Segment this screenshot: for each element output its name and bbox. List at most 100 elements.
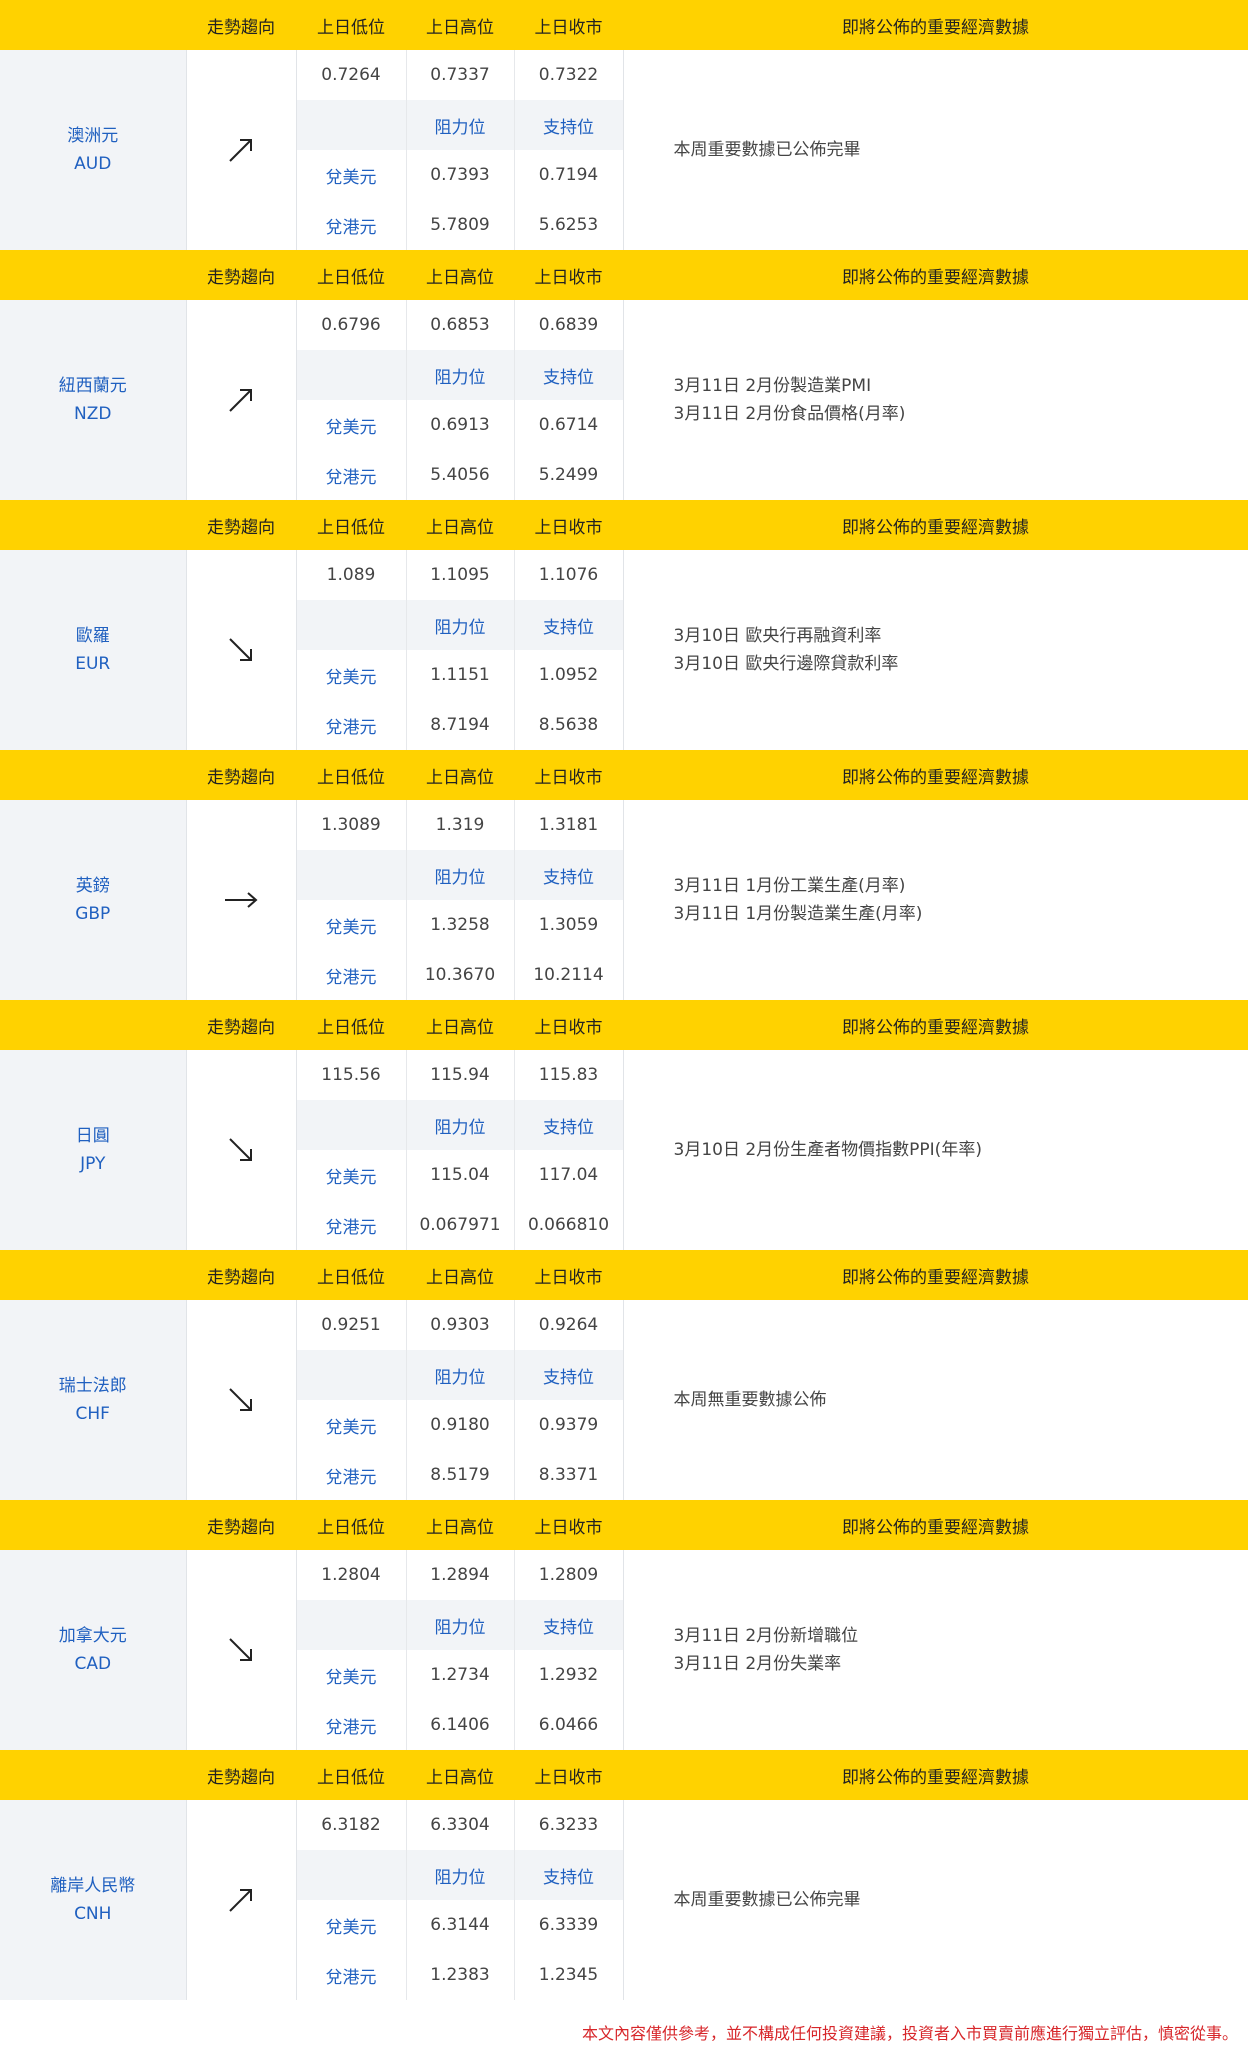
currency-row: 澳洲元 AUD 0.7264 0.7337 0.7322 本周重要數據已公佈完畢 (0, 50, 1248, 250)
currency-code: JPY (80, 1154, 106, 1174)
currency-row: 紐西蘭元 NZD 0.6796 0.6853 0.6839 3月11日 2月份製造業PMI… (0, 300, 1248, 500)
support-label: 支持位 (514, 600, 623, 650)
vs-hkd-label: 兌港元 (296, 450, 407, 500)
section-header: 走勢趨向 上日低位 上日高位 上日收市 即將公佈的重要經濟數據 (0, 250, 1248, 300)
prev-high-value: 0.9303 (406, 1300, 515, 1350)
news-cell: 3月11日 2月份製造業PMI 3月11日 2月份食品價格(月率) (622, 300, 1248, 500)
prev-low-header: 上日低位 (296, 1250, 406, 1300)
support-label: 支持位 (514, 1350, 623, 1400)
resistance-label: 阻力位 (406, 1850, 515, 1900)
currency-name-cell: 紐西蘭元 NZD (0, 300, 187, 500)
currency-name: 離岸人民幣 (50, 1876, 136, 1896)
news-item: 3月11日 2月份製造業PMI (673, 376, 872, 396)
prev-close-header: 上日收市 (514, 250, 623, 300)
prev-close-header: 上日收市 (514, 1000, 623, 1050)
currency-code: NZD (74, 404, 112, 424)
prev-high-header: 上日高位 (406, 250, 514, 300)
news-cell: 本周無重要數據公佈 (622, 1300, 1248, 1500)
hkd-resistance-value: 1.2383 (406, 1950, 515, 2000)
resistance-label: 阻力位 (406, 100, 515, 150)
trend-header: 走勢趨向 (186, 1000, 296, 1050)
vs-hkd-label: 兌港元 (296, 1950, 407, 2000)
hkd-resistance-value: 10.3670 (406, 950, 515, 1000)
prev-close-header: 上日收市 (514, 1250, 623, 1300)
usd-support-value: 0.9379 (514, 1400, 623, 1450)
prev-low-value: 1.2804 (296, 1550, 407, 1600)
currency-code: CAD (74, 1654, 112, 1674)
prev-high-header: 上日高位 (406, 1750, 514, 1800)
hkd-resistance-value: 8.5179 (406, 1450, 515, 1500)
news-item: 3月10日 2月份生產者物價指數PPI(年率) (673, 1140, 982, 1160)
news-item: 3月10日 歐央行再融資利率 (673, 626, 882, 646)
vs-usd-label: 兌美元 (296, 400, 407, 450)
news-header: 即將公佈的重要經濟數據 (623, 1500, 1248, 1550)
trend-header: 走勢趨向 (186, 1250, 296, 1300)
arrow-up-right-icon (187, 135, 296, 165)
currency-row: 離岸人民幣 CNH 6.3182 6.3304 6.3233 本周重要數據已公佈完畢 (0, 1800, 1248, 2000)
support-label: 支持位 (514, 1850, 623, 1900)
prev-high-value: 1.319 (406, 800, 515, 850)
prev-close-value: 6.3233 (514, 1800, 623, 1850)
hkd-resistance-value: 5.7809 (406, 200, 515, 250)
fx-page: 走勢趨向 上日低位 上日高位 上日收市 即將公佈的重要經濟數據 澳洲元 AUD 0.7264 0… (0, 0, 1248, 2043)
vs-usd-label: 兌美元 (296, 1650, 407, 1700)
resistance-label: 阻力位 (406, 1350, 515, 1400)
prev-close-value: 0.6839 (514, 300, 623, 350)
prev-high-header: 上日高位 (406, 0, 514, 50)
arrow-right-icon (187, 890, 296, 910)
section-header: 走勢趨向 上日低位 上日高位 上日收市 即將公佈的重要經濟數據 (0, 500, 1248, 550)
usd-support-value: 0.6714 (514, 400, 623, 450)
prev-close-header: 上日收市 (514, 0, 623, 50)
news-item: 3月10日 歐央行邊際貸款利率 (673, 654, 899, 674)
prev-high-header: 上日高位 (406, 1500, 514, 1550)
currency-row: 加拿大元 CAD 1.2804 1.2894 1.2809 3月11日 2月份新增職位 3月… (0, 1550, 1248, 1750)
usd-resistance-value: 0.9180 (406, 1400, 515, 1450)
support-label: 支持位 (514, 1100, 623, 1150)
resistance-label: 阻力位 (406, 1100, 515, 1150)
currency-code: CNH (74, 1904, 112, 1924)
prev-high-header: 上日高位 (406, 1000, 514, 1050)
hkd-support-value: 5.6253 (514, 200, 623, 250)
trend-cell (186, 1300, 297, 1500)
hkd-support-value: 0.066810 (514, 1200, 623, 1250)
trend-cell (186, 1050, 297, 1250)
vs-hkd-label: 兌港元 (296, 700, 407, 750)
news-item: 3月11日 1月份工業生產(月率) (673, 876, 906, 896)
prev-low-value: 6.3182 (296, 1800, 407, 1850)
vs-hkd-label: 兌港元 (296, 950, 407, 1000)
hkd-resistance-value: 5.4056 (406, 450, 515, 500)
prev-close-header: 上日收市 (514, 750, 623, 800)
news-cell: 本周重要數據已公佈完畢 (622, 50, 1248, 250)
hkd-resistance-value: 0.067971 (406, 1200, 515, 1250)
prev-close-header: 上日收市 (514, 1750, 623, 1800)
trend-cell (186, 1550, 297, 1750)
trend-header: 走勢趨向 (186, 250, 296, 300)
prev-low-header: 上日低位 (296, 500, 406, 550)
news-item: 本周重要數據已公佈完畢 (673, 1890, 861, 1910)
news-item: 本周重要數據已公佈完畢 (673, 140, 861, 160)
currency-name: 瑞士法郎 (58, 1376, 127, 1396)
prev-low-value: 0.9251 (296, 1300, 407, 1350)
trend-header: 走勢趨向 (186, 500, 296, 550)
prev-close-header: 上日收市 (514, 1500, 623, 1550)
currency-name: 英鎊 (75, 876, 110, 896)
trend-header: 走勢趨向 (186, 1500, 296, 1550)
vs-usd-label: 兌美元 (296, 1150, 407, 1200)
news-cell: 3月11日 2月份新增職位 3月11日 2月份失業率 (622, 1550, 1248, 1750)
currency-code: AUD (74, 154, 112, 174)
prev-high-header: 上日高位 (406, 1250, 514, 1300)
support-label: 支持位 (514, 350, 623, 400)
prev-close-value: 0.7322 (514, 50, 623, 100)
currency-code: EUR (75, 654, 111, 674)
currency-name: 日圓 (75, 1126, 110, 1146)
currency-name: 歐羅 (75, 626, 110, 646)
prev-high-value: 0.6853 (406, 300, 515, 350)
usd-support-value: 6.3339 (514, 1900, 623, 1950)
currency-row: 歐羅 EUR 1.089 1.1095 1.1076 3月10日 歐央行再融資利率 3月10… (0, 550, 1248, 750)
arrow-up-right-icon (187, 1885, 296, 1915)
prev-low-header: 上日低位 (296, 250, 406, 300)
hkd-support-value: 10.2114 (514, 950, 623, 1000)
usd-resistance-value: 1.1151 (406, 650, 515, 700)
usd-resistance-value: 115.04 (406, 1150, 515, 1200)
prev-high-value: 1.2894 (406, 1550, 515, 1600)
